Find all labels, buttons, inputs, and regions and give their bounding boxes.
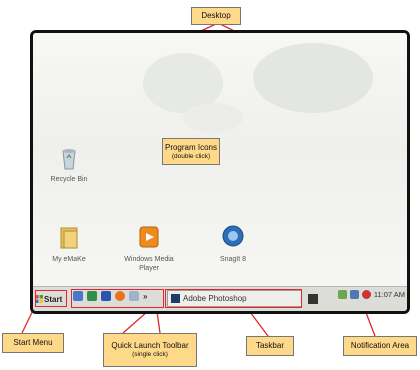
callout-desktop: Desktop (191, 7, 241, 25)
desktop-icon-label: Windows Media Player (124, 256, 174, 272)
callout-taskbar: Taskbar (246, 336, 294, 356)
desktop-icon-label: Recycle Bin (50, 176, 88, 183)
callout-program-icons-text: Program Icons (164, 142, 218, 152)
callout-quick-launch: Quick Launch Toolbar (single click) (103, 333, 197, 367)
desktop-icon-snagit[interactable]: SnagIt 8 (201, 223, 265, 264)
desktop-screen[interactable]: Recycle Bin My eMaKe Windows Media Playe… (30, 30, 410, 314)
volume-icon[interactable] (361, 290, 371, 299)
callout-start-menu-text: Start Menu (13, 338, 53, 347)
callout-program-icons: Program Icons (double click) (162, 138, 220, 165)
quick-launch-highlight (71, 289, 164, 308)
callout-notification-area-text: Notification Area (350, 341, 410, 350)
callout-desktop-text: Desktop (201, 11, 231, 20)
desktop-icon-windows-media-player[interactable]: Windows Media Player (117, 223, 181, 273)
tray-app-icon[interactable] (337, 290, 347, 299)
desktop-icon-label: SnagIt 8 (219, 256, 247, 263)
folder-icon (54, 223, 84, 253)
media-player-icon (134, 223, 164, 253)
callout-start-menu: Start Menu (2, 333, 64, 353)
recycle-bin-icon (54, 143, 84, 173)
callout-quick-launch-text: Quick Launch Toolbar (111, 341, 189, 350)
desktop-icon-recycle-bin[interactable]: Recycle Bin (37, 143, 101, 184)
notification-area: 11:07 AM (337, 290, 405, 299)
clock[interactable]: 11:07 AM (374, 290, 405, 299)
network-icon[interactable] (308, 294, 318, 304)
desktop-icon-my-emake[interactable]: My eMaKe (37, 223, 101, 264)
callout-notification-area: Notification Area (343, 336, 417, 356)
callout-quick-launch-sub: (single click) (132, 351, 168, 358)
callout-program-icons-sub: (double click) (171, 152, 211, 160)
callout-taskbar-text: Taskbar (255, 341, 284, 350)
snagit-icon (218, 223, 248, 253)
start-highlight (35, 290, 67, 307)
taskbar-highlight (165, 289, 302, 308)
tray-monitor-icon[interactable] (349, 290, 359, 299)
desktop-icon-label: My eMaKe (52, 256, 86, 263)
